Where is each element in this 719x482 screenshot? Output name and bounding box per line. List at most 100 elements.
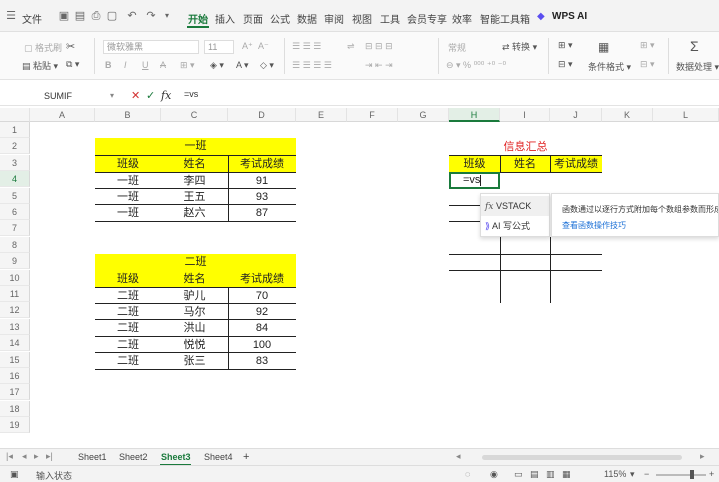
wps-ai-button[interactable]: WPS AI xyxy=(552,11,587,22)
table1-cell[interactable]: 一班 xyxy=(95,205,161,221)
table2-cell[interactable]: 二班 xyxy=(95,353,161,369)
row-header-6[interactable]: 6 xyxy=(0,204,30,220)
file-menu[interactable]: 文件 xyxy=(22,11,42,26)
row-header-8[interactable]: 8 xyxy=(0,236,30,253)
zoom-level[interactable]: 115% xyxy=(604,469,626,479)
conditional-format-button[interactable]: 条件格式 ▾ xyxy=(588,60,631,73)
column-header-k[interactable]: K xyxy=(602,108,653,122)
row-header-11[interactable]: 11 xyxy=(0,286,30,302)
row-header-5[interactable]: 5 xyxy=(0,187,30,204)
zoom-slider-handle[interactable] xyxy=(690,470,694,479)
tab-page[interactable]: 页面 xyxy=(243,11,263,26)
tab-view[interactable]: 视图 xyxy=(352,11,372,26)
column-header-l[interactable]: L xyxy=(653,108,719,122)
zoom-dropdown-icon[interactable]: ▾ xyxy=(630,469,635,480)
merge-icon[interactable]: ⊟ ⊟ ⊟ xyxy=(365,41,393,52)
row-header-13[interactable]: 13 xyxy=(0,318,30,335)
currency-icon[interactable]: ⊖ ▾ % ⁰⁰⁰ ⁺⁰ ⁻⁰ xyxy=(446,60,506,71)
tab-member[interactable]: 会员专享 xyxy=(407,11,447,26)
table2-cell[interactable]: 张三 xyxy=(161,353,228,369)
row-header-12[interactable]: 12 xyxy=(0,302,30,319)
autocomplete-item-ai-formula[interactable]: ⟫ AI 写公式 xyxy=(481,216,549,236)
horizontal-scrollbar[interactable] xyxy=(482,455,682,460)
table2-cell[interactable]: 92 xyxy=(228,304,296,320)
table1-cell[interactable]: 一班 xyxy=(95,189,161,205)
reading-mode-icon[interactable]: ▦ xyxy=(562,469,571,480)
copy-icon[interactable]: ⧉ ▾ xyxy=(66,59,79,70)
column-header-h[interactable]: H xyxy=(449,108,500,122)
confirm-icon[interactable]: ✓ xyxy=(146,89,155,103)
column-header-j[interactable]: J xyxy=(550,108,602,122)
print-preview-icon[interactable]: ▢ xyxy=(106,10,118,22)
table2-cell[interactable]: 二班 xyxy=(95,288,161,304)
italic-icon[interactable]: I xyxy=(124,60,127,70)
next-sheet-icon[interactable]: ▸ xyxy=(34,451,39,462)
zoom-slider[interactable] xyxy=(656,474,706,476)
row-header-10[interactable]: 10 xyxy=(0,269,30,286)
tab-data[interactable]: 数据 xyxy=(297,11,317,26)
delete-row-icon[interactable]: ⊟ ▾ xyxy=(640,59,655,70)
table1-header-name[interactable]: 姓名 xyxy=(161,156,228,172)
redo-icon[interactable]: ↷ xyxy=(145,10,157,22)
paste-button[interactable]: ▤ 粘贴 ▾ xyxy=(22,59,58,72)
menu-icon[interactable]: ☰ xyxy=(5,10,17,22)
print-icon[interactable]: ⎙ xyxy=(90,10,102,22)
table2-header-class[interactable]: 班级 xyxy=(95,271,161,287)
scroll-right-icon[interactable]: ▸ xyxy=(700,451,705,462)
column-header-b[interactable]: B xyxy=(95,108,161,122)
undo-icon[interactable]: ↶ xyxy=(126,10,138,22)
column-header-i[interactable]: I xyxy=(500,108,550,122)
formula-input[interactable]: =vs xyxy=(184,89,198,99)
row-header-18[interactable]: 18 xyxy=(0,400,30,417)
tab-formula[interactable]: 公式 xyxy=(270,11,290,26)
cut-icon[interactable]: ✂ xyxy=(66,40,75,53)
clear-format-icon[interactable]: ◇ ▾ xyxy=(260,60,274,71)
summary-header-class[interactable]: 班级 xyxy=(449,156,500,172)
table-style-icon[interactable]: ⊞ ▾ xyxy=(558,40,573,51)
row-header-14[interactable]: 14 xyxy=(0,335,30,352)
table1-cell[interactable]: 一班 xyxy=(95,173,161,189)
table2-cell[interactable]: 悦悦 xyxy=(161,337,228,353)
tab-efficiency[interactable]: 效率 xyxy=(452,11,472,26)
table2-cell[interactable]: 100 xyxy=(228,337,296,353)
first-sheet-icon[interactable]: |◂ xyxy=(6,451,13,462)
cell-style-icon[interactable]: ⊟ ▾ xyxy=(558,59,573,70)
convert-button[interactable]: ⇄ 转换 ▾ xyxy=(502,40,537,53)
tab-insert[interactable]: 插入 xyxy=(215,11,235,26)
column-header-f[interactable]: F xyxy=(347,108,398,122)
row-header-15[interactable]: 15 xyxy=(0,351,30,368)
row-header-4[interactable]: 4 xyxy=(0,171,30,188)
row-header-16[interactable]: 16 xyxy=(0,368,30,384)
row-header-19[interactable]: 19 xyxy=(0,417,30,434)
column-header-c[interactable]: C xyxy=(161,108,228,122)
table1-header-class[interactable]: 班级 xyxy=(95,156,161,172)
page-break-icon[interactable]: ▥ xyxy=(546,469,555,480)
table1-cell[interactable]: 91 xyxy=(228,173,296,189)
table1-cell[interactable]: 王五 xyxy=(161,189,228,205)
table2-cell[interactable]: 70 xyxy=(228,288,296,304)
tab-sheet2[interactable]: Sheet2 xyxy=(119,451,148,464)
eye-protection-icon[interactable]: ◉ xyxy=(490,469,498,480)
export-icon[interactable]: ▤ xyxy=(74,10,86,22)
border-icon[interactable]: ⊞ ▾ xyxy=(180,60,195,71)
font-color-icon[interactable]: A ▾ xyxy=(236,60,249,71)
fill-color-icon[interactable]: ◈ ▾ xyxy=(210,60,224,71)
tab-sheet4[interactable]: Sheet4 xyxy=(204,451,233,464)
customize-chevron-icon[interactable]: ▾ xyxy=(161,10,173,22)
table2-cell[interactable]: 83 xyxy=(228,353,296,369)
function-icon[interactable]: fx xyxy=(161,89,171,103)
table2-cell[interactable]: 驴儿 xyxy=(161,288,228,304)
font-name-select[interactable]: 微软雅黑 xyxy=(103,40,199,54)
table2-header-name[interactable]: 姓名 xyxy=(161,271,228,287)
table2-header-score[interactable]: 考试成绩 xyxy=(228,271,296,287)
column-header-a[interactable]: A xyxy=(30,108,95,122)
column-header-d[interactable]: D xyxy=(228,108,296,122)
conditional-format-icon[interactable]: ▦ xyxy=(598,40,609,54)
align-top-icon[interactable]: ☰ ☰ ☰ xyxy=(292,41,321,52)
table2-title[interactable]: 二班 xyxy=(95,254,296,270)
normal-view-icon[interactable]: ▭ xyxy=(514,469,523,480)
summary-title[interactable]: 信息汇总 xyxy=(449,139,602,155)
insert-row-icon[interactable]: ⊞ ▾ xyxy=(640,40,655,51)
number-format-select[interactable]: 常规 xyxy=(448,41,466,54)
data-process-button[interactable]: 数据处理 ▾ xyxy=(676,60,719,73)
